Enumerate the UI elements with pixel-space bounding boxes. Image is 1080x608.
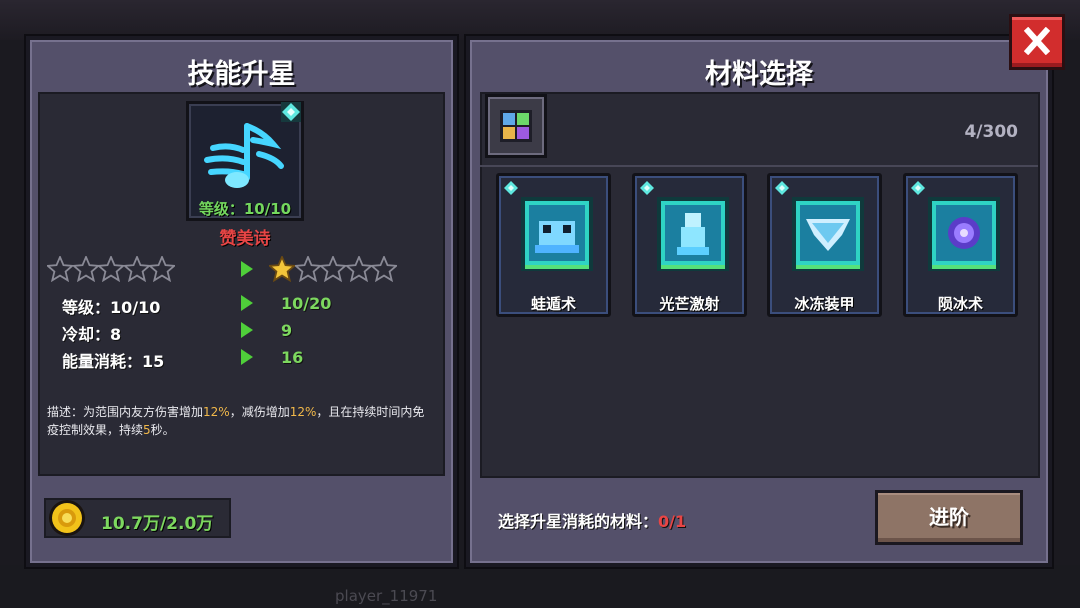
advance-button[interactable]: 进阶 [875, 490, 1023, 545]
star-empty-icon [98, 256, 124, 282]
star-empty-icon [371, 256, 397, 282]
material-name: 冰冻装甲 [794, 295, 855, 313]
grid-filter-icon [500, 110, 532, 142]
material-card-ice-meteor[interactable]: 陨冰术 [903, 173, 1018, 317]
star-empty-icon [320, 256, 346, 282]
stat-arrow-icon [241, 295, 253, 311]
material-name: 光芒激射 [659, 295, 720, 313]
stat-arrow-icon [241, 322, 253, 338]
star-empty-icon [72, 256, 99, 282]
select-material-count: 0/1 [658, 512, 687, 531]
stat-level-label: 等级：10/10 [62, 298, 161, 317]
coin-cost-text: 10.7万/2.0万 [101, 514, 214, 534]
material-card-frog[interactable]: 蛙遁术 [496, 173, 611, 317]
material-select-title: 材料选择 [705, 59, 813, 90]
skill-name: 赞美诗 [219, 229, 271, 249]
star-empty-icon [47, 256, 73, 282]
diamond-gem-icon [640, 181, 654, 195]
select-material-label: 选择升星消耗的材料：0/1 [498, 512, 687, 531]
material-card-ice-armor[interactable]: 冰冻装甲 [767, 173, 882, 317]
diamond-gem-icon [775, 181, 789, 195]
skill-description: 描述：为范围内友方伤害增加12%，减伤增加12%，且在持续时间内免疫控制效果，持… [47, 405, 425, 437]
star-empty-icon [294, 256, 321, 282]
ice-meteor-book-icon [928, 197, 1000, 271]
star-filled-icon [269, 256, 295, 282]
close-icon [1024, 27, 1050, 55]
material-name: 陨冰术 [937, 295, 983, 313]
diamond-gem-icon [281, 102, 301, 122]
player-name-text: player_11971 [335, 587, 438, 605]
material-card-light[interactable]: 光芒激射 [632, 173, 747, 317]
gold-coin-icon [49, 500, 85, 536]
star-empty-icon [123, 256, 150, 282]
background-top-bar [0, 0, 1080, 40]
star-empty-icon [149, 256, 175, 282]
divider [480, 165, 1038, 167]
diamond-gem-icon [504, 181, 518, 195]
frog-book-icon [521, 197, 593, 271]
stat-cooldown-next: 9 [281, 321, 293, 340]
skill-upgrade-title: 技能升星 [187, 59, 296, 90]
diamond-gem-icon [911, 181, 925, 195]
material-name: 蛙遁术 [530, 295, 576, 313]
star-empty-icon [345, 256, 372, 282]
ice-armor-book-icon [792, 197, 864, 271]
skill-level-text: 等级：10/10 [198, 200, 292, 218]
stat-level-next: 10/20 [281, 294, 332, 313]
material-count: 4/300 [964, 122, 1018, 142]
close-button[interactable] [1009, 14, 1065, 70]
stat-arrow-icon [241, 349, 253, 365]
stat-cooldown-label: 冷却：8 [62, 325, 122, 344]
background-bottom-bar: player_11971 [0, 565, 1080, 608]
stat-energy-next: 16 [281, 348, 304, 367]
star-upgrade-arrow-icon [241, 261, 253, 277]
filter-button[interactable] [485, 94, 547, 158]
stat-energy-label: 能量消耗：15 [62, 352, 165, 371]
light-burst-book-icon [657, 197, 729, 271]
